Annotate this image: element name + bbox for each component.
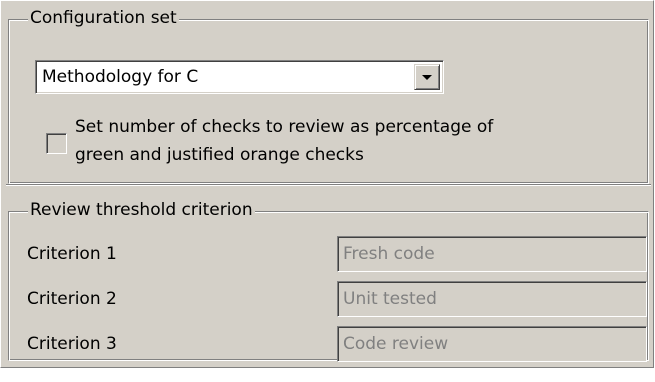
criterion-1-label: Criterion 1	[27, 244, 117, 264]
group-divider	[6, 184, 651, 186]
criterion-1-value: Fresh code	[343, 244, 435, 264]
dropdown-button[interactable]	[414, 64, 440, 90]
criterion-2-field: Unit tested	[337, 281, 647, 317]
chevron-down-icon	[422, 75, 432, 80]
percentage-checkbox[interactable]	[46, 133, 67, 154]
criterion-1-field: Fresh code	[337, 236, 647, 272]
review-threshold-legend: Review threshold criterion	[28, 200, 255, 220]
criterion-3-label: Criterion 3	[27, 334, 117, 354]
criterion-3-value: Code review	[343, 334, 449, 354]
percentage-checkbox-label[interactable]: Set number of checks to review as percen…	[75, 113, 545, 169]
configuration-set-legend: Configuration set	[28, 8, 179, 28]
criterion-2-value: Unit tested	[343, 289, 437, 309]
methodology-selected-value: Methodology for C	[42, 67, 199, 87]
methodology-dropdown[interactable]: Methodology for C	[35, 60, 444, 94]
criterion-3-field: Code review	[337, 326, 647, 362]
criterion-2-label: Criterion 2	[27, 289, 117, 309]
